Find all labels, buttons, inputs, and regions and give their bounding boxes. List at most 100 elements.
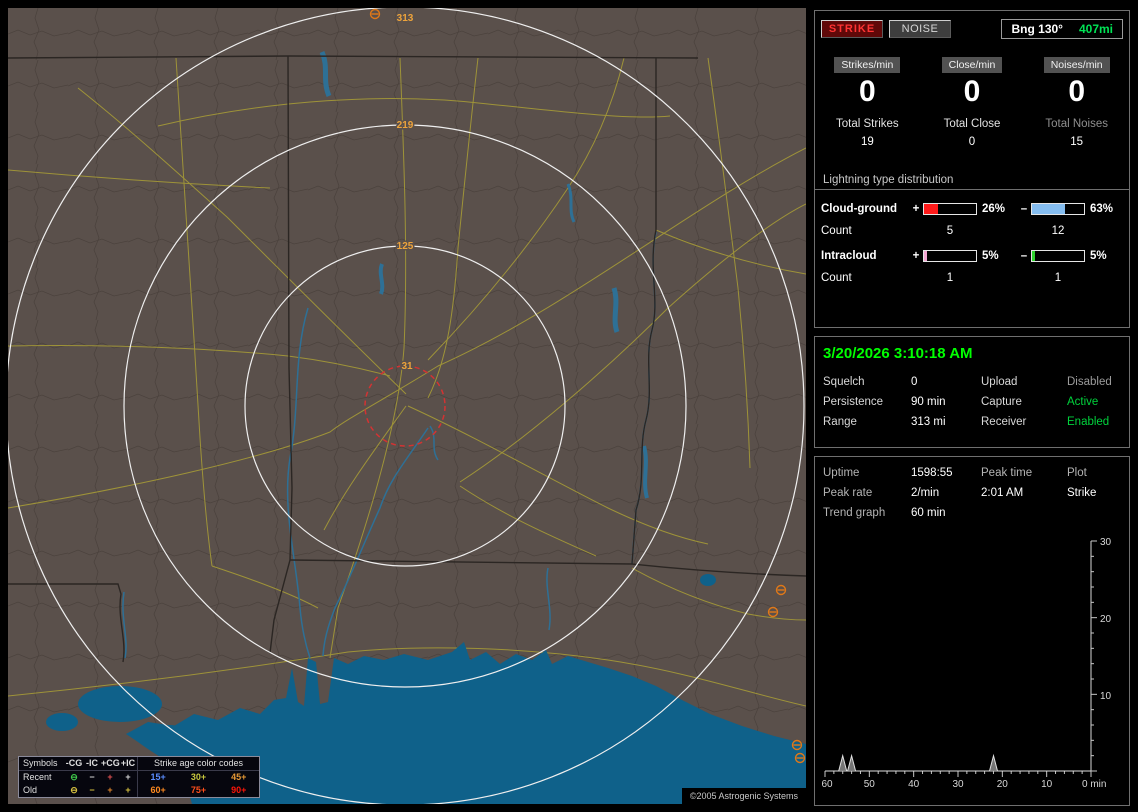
status-row-range: Range 313 mi Receiver Enabled — [815, 412, 1129, 432]
legend-col-neg-ic: -IC — [86, 758, 98, 768]
ring-label-125: 125 — [397, 241, 414, 252]
bearing-display: Bng 130° 407mi — [1001, 19, 1123, 39]
right-panel: STRIKE NOISE Bng 130° 407mi Strikes/min … — [814, 0, 1132, 812]
trend-x-labels: 60 50 40 30 20 10 0 min — [821, 779, 1106, 790]
cg-positive-pct: 26% — [982, 203, 1006, 215]
stats-row-1: Uptime 1598:55 Peak time Plot — [815, 463, 1129, 483]
bearing-range: 407mi — [1078, 22, 1113, 36]
cloud-ground-label: Cloud-ground — [821, 203, 898, 215]
trend-graph-window: 60 min — [911, 507, 946, 519]
legend-col-pos-cg: +CG — [101, 758, 120, 768]
recent-pos-cg-icon: + — [107, 772, 113, 782]
distribution-title: Lightning type distribution — [815, 174, 1129, 190]
ring-label-219: 219 — [397, 120, 414, 131]
cg-positive-bar-fill — [924, 204, 938, 214]
svg-text:20: 20 — [997, 779, 1009, 790]
legend-age-title: Strike age color codes — [137, 757, 259, 770]
old-neg-ic-icon: − — [89, 785, 95, 795]
map-canvas[interactable]: 313 219 125 31 Symbols -CG -IC +CG +IC S… — [8, 8, 806, 804]
ic-positive-count: 1 — [946, 272, 954, 284]
peak-rate-value: 2/min — [911, 487, 940, 499]
trend-graph: 60 50 40 30 20 10 0 min 30 20 10 — [821, 537, 1112, 790]
svg-text:50: 50 — [864, 779, 876, 790]
old-pos-cg-icon: + — [107, 785, 113, 795]
count-label: Count — [821, 225, 852, 237]
receiver-label: Receiver — [981, 416, 1027, 428]
ic-positive-pct: 5% — [982, 250, 999, 262]
persistence-value: 90 min — [911, 396, 946, 408]
trend-y-ticks — [1091, 540, 1097, 772]
stats-row-2: Peak rate 2/min 2:01 AM Strike — [815, 483, 1129, 503]
legend-recent-label: Recent — [23, 772, 52, 782]
plus-sign: + — [912, 203, 920, 215]
cg-negative-count: 12 — [1051, 225, 1065, 237]
trend-graph-label: Trend graph — [823, 507, 886, 519]
squelch-value: 0 — [911, 376, 918, 388]
strikes-rate-column: Strikes/min 0 Total Strikes 19 — [815, 57, 920, 148]
recent-pos-ic-icon: + — [125, 772, 131, 782]
svg-text:30: 30 — [1100, 537, 1112, 548]
strikes-per-min-value: 0 — [858, 75, 876, 108]
stats-row-3: Trend graph 60 min — [815, 503, 1129, 523]
plot-value: Strike — [1067, 487, 1097, 499]
capture-status: Active — [1067, 396, 1099, 408]
intracloud-row: Intracloud + 5% – 5% — [815, 250, 1129, 262]
recent-neg-cg-icon: ⊖ — [70, 772, 78, 782]
strike-mode-button[interactable]: STRIKE — [821, 20, 883, 38]
age-45: 45+ — [231, 772, 247, 782]
squelch-label: Squelch — [823, 376, 865, 388]
noise-mode-button[interactable]: NOISE — [889, 20, 951, 38]
status-section: 3/20/2026 3:10:18 AM Squelch 0 Upload Di… — [814, 336, 1130, 448]
cg-positive-bar — [923, 203, 977, 215]
status-row-persistence: Persistence 90 min Capture Active — [815, 392, 1129, 412]
trend-x-ticks — [824, 771, 1092, 777]
legend-col-pos-ic: +IC — [120, 758, 136, 768]
legend-symbols-title: Symbols — [23, 758, 58, 768]
strikes-per-min-label: Strikes/min — [834, 57, 901, 73]
ring-label-31: 31 — [401, 361, 413, 372]
old-neg-cg-icon: ⊖ — [70, 785, 78, 795]
trend-y-labels: 30 20 10 — [1100, 537, 1112, 702]
cloud-ground-count-row: Count 5 12 — [815, 225, 1129, 237]
close-rate-column: Close/min 0 Total Close 0 — [920, 57, 1025, 148]
copyright-notice: ©2005 Astrogenic Systems — [681, 788, 806, 804]
stormtracker-app: 313 219 125 31 Symbols -CG -IC +CG +IC S… — [0, 0, 1138, 812]
minus-sign: – — [1020, 203, 1028, 215]
map-legend: Symbols -CG -IC +CG +IC Strike age color… — [18, 756, 260, 798]
svg-text:60: 60 — [821, 779, 833, 790]
peak-time-label: Peak time — [981, 467, 1033, 479]
noises-per-min-value: 0 — [1068, 75, 1086, 108]
plot-label: Plot — [1067, 467, 1087, 479]
total-close-value: 0 — [968, 136, 976, 148]
old-pos-ic-icon: + — [125, 785, 131, 795]
ic-negative-bar — [1031, 250, 1085, 262]
legend-old-row: Old ⊖ − + + 60+ 75+ 90+ — [19, 784, 259, 797]
clock-datetime: 3/20/2026 3:10:18 AM — [823, 345, 973, 362]
svg-text:40: 40 — [908, 779, 920, 790]
ic-positive-bar-fill — [924, 251, 927, 261]
intracloud-count-row: Count 1 1 — [815, 272, 1129, 284]
ic-negative-bar-fill — [1032, 251, 1035, 261]
svg-text:10: 10 — [1041, 779, 1053, 790]
range-label: Range — [823, 416, 857, 428]
total-noises-value: 15 — [1070, 136, 1084, 148]
upload-status: Disabled — [1067, 376, 1112, 388]
legend-old-label: Old — [23, 785, 38, 795]
recent-neg-ic-icon: − — [89, 772, 95, 782]
legend-col-neg-cg: -CG — [65, 758, 83, 768]
status-row-squelch: Squelch 0 Upload Disabled — [815, 372, 1129, 392]
age-30: 30+ — [190, 772, 207, 782]
noises-rate-column: Noises/min 0 Total Noises 15 — [1024, 57, 1129, 148]
cloud-ground-row: Cloud-ground + 26% – 63% — [815, 203, 1129, 215]
trend-series-path — [825, 753, 1091, 772]
cg-negative-bar — [1031, 203, 1085, 215]
age-90: 90+ — [231, 785, 247, 795]
count-label: Count — [821, 272, 852, 284]
ic-negative-pct: 5% — [1090, 250, 1107, 262]
noises-per-min-label: Noises/min — [1043, 57, 1110, 73]
age-60: 60+ — [150, 785, 166, 795]
legend-recent-row: Recent ⊖ − + + 15+ 30+ 45+ — [19, 771, 259, 784]
counters-section: STRIKE NOISE Bng 130° 407mi Strikes/min … — [814, 10, 1130, 328]
intracloud-label: Intracloud — [821, 250, 877, 262]
total-close-label: Total Close — [943, 118, 1001, 130]
